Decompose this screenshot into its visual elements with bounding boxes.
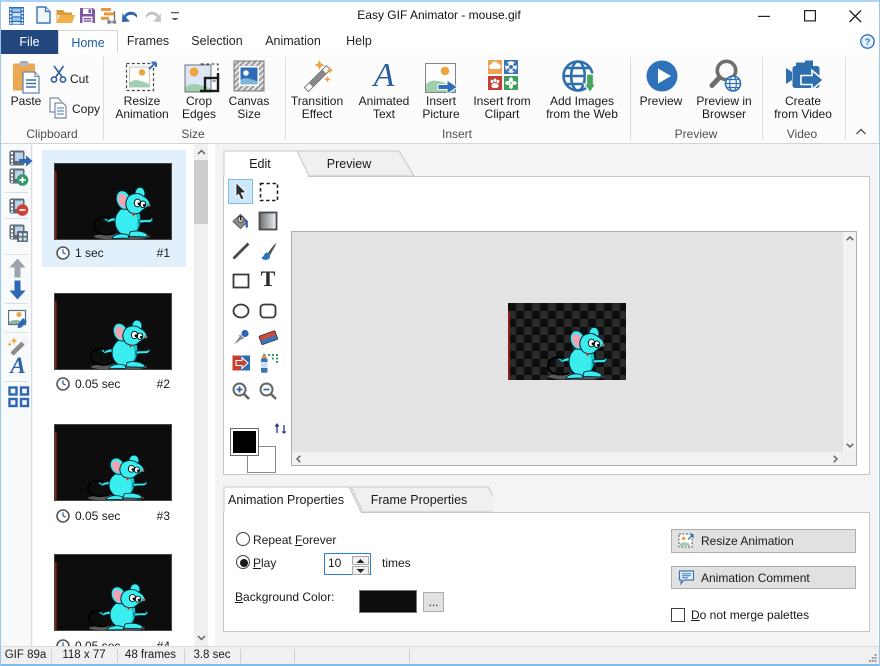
svg-text:Preview: Preview bbox=[327, 157, 372, 171]
svg-text:Animation Properties: Animation Properties bbox=[228, 493, 344, 507]
svg-text:?: ? bbox=[865, 37, 871, 48]
svg-text:Edit: Edit bbox=[249, 157, 271, 171]
svg-text:Frame Properties: Frame Properties bbox=[371, 493, 468, 507]
